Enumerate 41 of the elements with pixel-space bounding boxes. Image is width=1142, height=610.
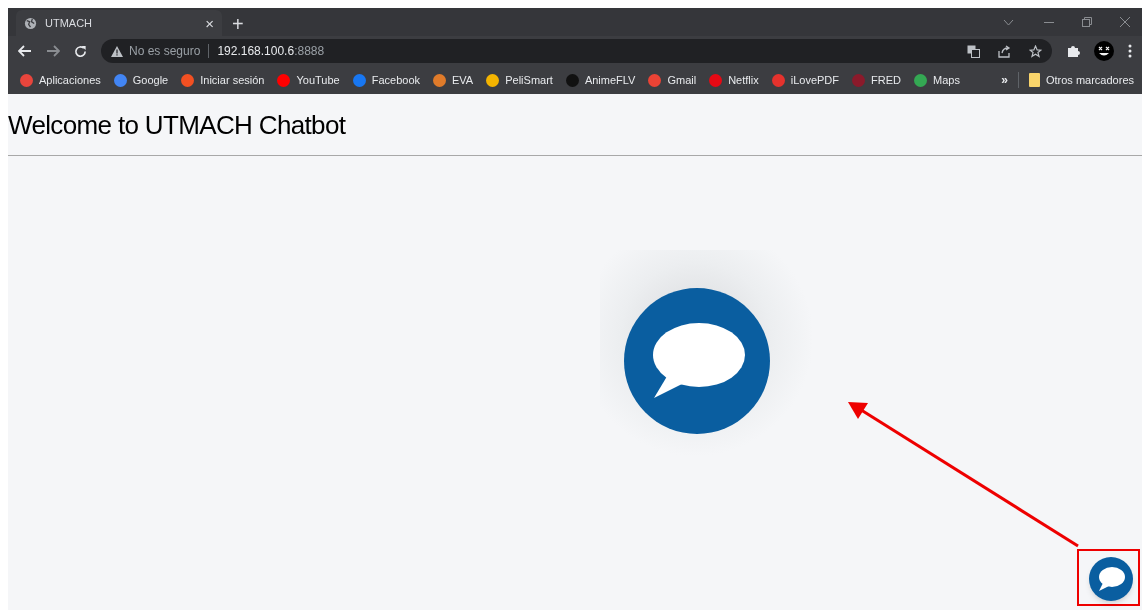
bookmark[interactable]: Iniciar sesión [181, 71, 265, 89]
other-bookmarks[interactable]: Otros marcadores [1028, 71, 1134, 89]
bookmark[interactable]: Maps [914, 71, 960, 89]
share-icon[interactable] [998, 44, 1011, 58]
new-tab-button[interactable]: + [232, 14, 244, 34]
translate-icon[interactable] [967, 44, 980, 58]
back-icon[interactable] [18, 45, 32, 57]
minimize-icon[interactable] [1044, 22, 1054, 24]
menu-icon[interactable] [1128, 44, 1132, 58]
security-label: No es seguro [129, 43, 201, 60]
avatar-icon[interactable] [1094, 41, 1114, 61]
close-tab-button[interactable]: × [205, 15, 214, 31]
tab-title: UTMACH [45, 15, 94, 31]
page-heading: Welcome to UTMACH Chatbot [8, 109, 347, 142]
browser-tab[interactable]: UTMACH × [16, 10, 222, 36]
bookmark[interactable]: FRED [852, 71, 901, 89]
warning-icon [111, 45, 123, 57]
chat-bubble-icon [624, 288, 770, 434]
globe-icon [24, 16, 37, 30]
forward-icon[interactable] [46, 45, 60, 57]
address-bar[interactable]: No es seguro 192.168.100.6:8888 [101, 39, 1052, 63]
more-bookmarks-button[interactable]: » [1001, 71, 1008, 89]
bookmark[interactable]: Facebook [352, 71, 420, 89]
bookmark[interactable]: AnimeFLV [565, 71, 636, 89]
tab-search-icon[interactable] [1003, 19, 1014, 26]
bookmark[interactable]: Netflix [709, 71, 759, 89]
folder-icon [1028, 73, 1040, 87]
url-text: 192.168.100.6:8888 [217, 43, 325, 60]
close-icon[interactable] [1120, 17, 1130, 27]
puzzle-icon[interactable] [1066, 44, 1080, 58]
restore-icon[interactable] [1082, 17, 1092, 27]
chat-launcher-button[interactable] [1088, 556, 1133, 601]
bookmark[interactable]: EVA [433, 71, 474, 89]
bookmark[interactable]: Google [113, 71, 169, 89]
bookmark[interactable]: Aplicaciones [20, 71, 101, 89]
bookmark[interactable]: Gmail [648, 71, 697, 89]
bookmark[interactable]: iLovePDF [771, 71, 840, 89]
reload-icon[interactable] [74, 44, 87, 58]
bookmark[interactable]: YouTube [277, 71, 340, 89]
star-icon[interactable] [1029, 44, 1042, 58]
bookmark[interactable]: PeliSmart [486, 71, 553, 89]
